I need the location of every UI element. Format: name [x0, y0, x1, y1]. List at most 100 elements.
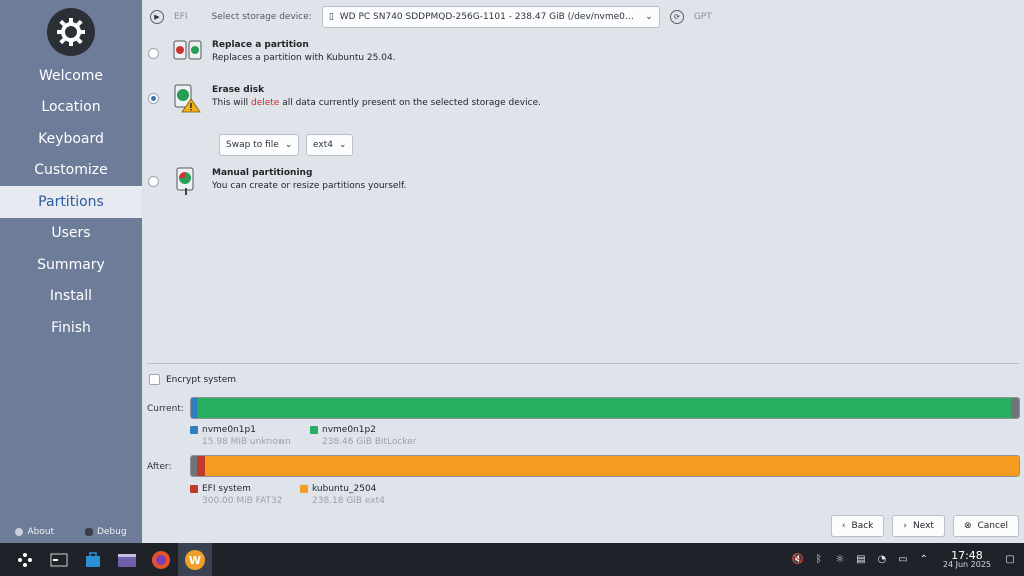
bluetooth-icon[interactable]: ᛒ [813, 554, 825, 566]
legend-swatch [190, 485, 198, 493]
manual-partitioning-radio[interactable] [148, 176, 159, 187]
cancel-button[interactable]: ⊗ Cancel [952, 515, 1019, 537]
encrypt-system-row: Encrypt system [149, 374, 236, 385]
erase-disk-icon [173, 83, 201, 113]
sidebar-item-finish[interactable]: Finish [0, 312, 142, 344]
show-desktop-icon[interactable]: ▢ [1004, 554, 1016, 566]
legend-sub: 15.98 MiB unknown [202, 437, 291, 447]
wizard-buttons: ‹ Back › Next ⊗ Cancel [830, 515, 1019, 537]
drive-icon: ▯ [328, 12, 334, 22]
info-icon [15, 528, 24, 536]
current-label: Current: [147, 404, 184, 414]
segment-kubuntu [205, 456, 1019, 476]
encrypt-system-checkbox[interactable] [149, 374, 160, 385]
erase-desc-pre: This will [212, 98, 251, 108]
sidebar-item-summary[interactable]: Summary [0, 249, 142, 281]
option-erase-disk: Erase disk This will delete all data cur… [148, 83, 541, 113]
system-tray: 🔇 ᛒ ☼ ▤ ◔ ▭ ⌃ 17:48 24 Jun 2025 ▢ [792, 543, 1024, 576]
replace-partition-title: Replace a partition [212, 40, 309, 50]
swap-select-value: Swap to file [226, 140, 279, 150]
legend-swatch [310, 426, 318, 434]
close-icon: ⊗ [963, 521, 972, 531]
chevron-left-icon: ‹ [841, 521, 846, 531]
legend-sub: 300.00 MiB FAT32 [202, 496, 283, 506]
replace-partition-icon [173, 38, 202, 66]
clipboard-icon[interactable]: ▤ [855, 554, 867, 566]
battery-icon[interactable]: ▭ [897, 554, 909, 566]
taskbar: W 🔇 ᛒ ☼ ▤ ◔ ▭ ⌃ 17:48 24 Jun 2025 ▢ [0, 543, 1024, 576]
tray-expander-icon[interactable]: ⌃ [918, 554, 930, 566]
sidebar-footer: About Debug [0, 527, 142, 537]
filesystem-select[interactable]: ext4 ⌄ [306, 134, 353, 156]
segment-unallocated [1011, 398, 1019, 418]
legend-name: EFI system [202, 484, 251, 494]
manual-partitioning-icon [173, 166, 199, 195]
storage-device-value: WD PC SN740 SDDPMQD-256G-1101 - 238.47 G… [339, 12, 640, 22]
legend-swatch [190, 426, 198, 434]
clock[interactable]: 17:48 24 Jun 2025 [942, 549, 991, 570]
legend-swatch [300, 485, 308, 493]
efi-text: EFI [174, 12, 188, 22]
sidebar-item-welcome[interactable]: Welcome [0, 60, 142, 92]
sidebar-item-customize[interactable]: Customize [0, 155, 142, 187]
after-partition-bar [190, 455, 1020, 477]
discover-store-icon[interactable] [76, 543, 110, 576]
after-label: After: [147, 462, 172, 472]
back-label: Back [851, 521, 874, 531]
installer-window-icon[interactable]: W [178, 543, 212, 576]
replace-partition-desc: Replaces a partition with Kubuntu 25.04. [212, 53, 396, 63]
replace-partition-radio[interactable] [148, 48, 159, 59]
manual-partitioning-desc: You can create or resize partitions your… [212, 181, 407, 191]
play-icon: ▶ [150, 10, 164, 24]
current-partition-bar [190, 397, 1020, 419]
legend-nvme0n1p1: nvme0n1p1 15.98 MiB unknown [190, 425, 291, 447]
storage-device-select[interactable]: ▯ WD PC SN740 SDDPMQD-256G-1101 - 238.47… [321, 6, 660, 28]
app-launcher-icon[interactable] [8, 543, 42, 576]
erase-disk-radio[interactable] [148, 93, 159, 104]
chevron-down-icon: ⌄ [645, 12, 653, 22]
storage-toolbar: ▶ EFI Select storage device: ▯ WD PC SN7… [150, 5, 1024, 29]
sidebar-item-users[interactable]: Users [0, 218, 142, 250]
legend-sub: 238.46 GiB BitLocker [322, 437, 417, 447]
dolphin-files-icon[interactable] [110, 543, 144, 576]
sidebar-item-keyboard[interactable]: Keyboard [0, 123, 142, 155]
legend-nvme0n1p2: nvme0n1p2 238.46 GiB BitLocker [310, 425, 417, 447]
debug-label: Debug [96, 527, 127, 537]
erase-disk-desc: This will delete all data currently pres… [212, 98, 541, 108]
bug-icon [84, 528, 93, 536]
back-button[interactable]: ‹ Back [830, 515, 885, 537]
legend-kubuntu: kubuntu_2504 238.18 GiB ext4 [300, 484, 385, 506]
legend-sub: 238.18 GiB ext4 [312, 496, 385, 506]
reload-icon[interactable]: ⟳ [669, 10, 684, 24]
about-label: About [27, 527, 55, 537]
sidebar-item-install[interactable]: Install [0, 281, 142, 313]
next-button[interactable]: › Next [892, 515, 945, 537]
option-manual-partitioning: Manual partitioning You can create or re… [148, 166, 407, 195]
storage-label: Select storage device: [211, 12, 312, 22]
erase-options-row: Swap to file ⌄ ext4 ⌄ [219, 134, 353, 156]
main-panel: ▶ EFI Select storage device: ▯ WD PC SN7… [142, 0, 1024, 543]
network-icon[interactable]: ◔ [876, 554, 888, 566]
brightness-icon[interactable]: ☼ [834, 554, 846, 566]
filesystem-select-value: ext4 [313, 140, 333, 150]
svg-text:W: W [189, 554, 201, 567]
swap-select[interactable]: Swap to file ⌄ [219, 134, 299, 156]
sidebar-item-partitions[interactable]: Partitions [0, 186, 142, 218]
chevron-down-icon: ⌄ [338, 140, 347, 150]
segment-nvme0n1p2 [197, 398, 1011, 418]
pager-icon[interactable] [42, 543, 76, 576]
about-button[interactable]: About [15, 527, 54, 537]
volume-muted-icon[interactable]: 🔇 [792, 554, 804, 566]
cancel-label: Cancel [977, 521, 1009, 531]
clock-date: 24 Jun 2025 [942, 560, 991, 570]
divider [147, 363, 1019, 364]
debug-button[interactable]: Debug [84, 527, 127, 537]
legend-name: kubuntu_2504 [312, 484, 377, 494]
chevron-right-icon: › [903, 521, 907, 531]
legend-name: nvme0n1p1 [202, 425, 256, 435]
sidebar-nav: Welcome Location Keyboard Customize Part… [0, 60, 142, 344]
erase-desc-delete: delete [250, 98, 280, 108]
sidebar-item-location[interactable]: Location [0, 92, 142, 124]
option-replace-partition: Replace a partition Replaces a partition… [148, 38, 396, 66]
firefox-icon[interactable] [144, 543, 178, 576]
